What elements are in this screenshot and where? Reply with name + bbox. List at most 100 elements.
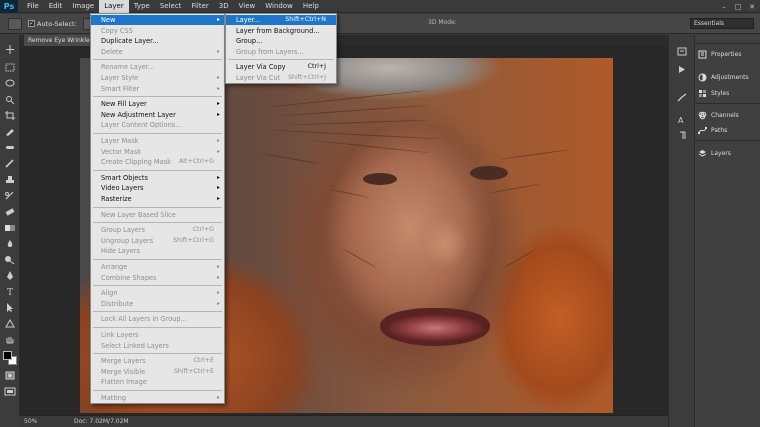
menu-item-merge-layers[interactable]: Merge Layers Ctrl+E: [91, 356, 224, 366]
menu-item-label: Layer Content Options...: [101, 121, 182, 130]
blur-tool-icon[interactable]: [4, 239, 16, 248]
layers-panel-tab[interactable]: Layers: [698, 145, 760, 161]
menu-item-new-adjustment-layer[interactable]: New Adjustment Layer ▸: [91, 110, 224, 120]
crop-tool-icon[interactable]: [4, 111, 16, 120]
lasso-tool-icon[interactable]: [4, 79, 16, 88]
quick-mask-icon[interactable]: [4, 371, 16, 380]
dodge-tool-icon[interactable]: [4, 255, 16, 264]
menu-item-matting[interactable]: Matting ▸: [91, 393, 224, 403]
pen-tool-icon[interactable]: [4, 271, 16, 280]
history-icon[interactable]: [677, 47, 687, 56]
shape-tool-icon[interactable]: [4, 319, 16, 328]
menu-item-video-layers[interactable]: Video Layers ▸: [91, 183, 224, 193]
menu-item-distribute[interactable]: Distribute ▸: [91, 299, 224, 309]
menu-item-layer[interactable]: Layer... Shift+Ctrl+N: [226, 15, 336, 25]
spot-healing-tool-icon[interactable]: [4, 143, 16, 152]
menu-item-label: Rename Layer...: [101, 63, 155, 72]
photo-wrinkle-line: [500, 149, 570, 160]
workspace-dropdown[interactable]: Essentials: [690, 18, 754, 29]
menu-item-delete[interactable]: Delete ▸: [91, 47, 224, 57]
menu-item-copy-css[interactable]: Copy CSS: [91, 26, 224, 36]
menu-item-combine-shapes[interactable]: Combine Shapes ▸: [91, 273, 224, 283]
menu-item-lock-all-layers-in-group[interactable]: Lock All Layers in Group...: [91, 314, 224, 324]
menu-layer[interactable]: Layer: [99, 0, 129, 13]
document-size[interactable]: Doc: 7.02M/7.02M: [74, 418, 129, 425]
paragraph-icon[interactable]: [677, 131, 687, 140]
menu-item-label: Layer Via Cut: [236, 74, 281, 82]
menu-item-link-layers[interactable]: Link Layers: [91, 330, 224, 340]
menu-item-label: Distribute: [101, 299, 134, 308]
adjustments-panel-tab[interactable]: Adjustments: [698, 69, 760, 85]
menu-item-align[interactable]: Align ▸: [91, 288, 224, 298]
menu-item-rasterize[interactable]: Rasterize ▸: [91, 194, 224, 204]
eraser-tool-icon[interactable]: [4, 207, 16, 216]
screen-mode-icon[interactable]: [4, 387, 16, 396]
paths-panel-tab[interactable]: Paths: [698, 122, 760, 138]
menu-item-ungroup-layers[interactable]: Ungroup Layers Shift+Ctrl+G: [91, 236, 224, 246]
menu-item-group-from-layers[interactable]: Group from Layers...: [226, 47, 336, 57]
menu-item-layer-via-cut[interactable]: Layer Via Cut Shift+Ctrl+J: [226, 73, 336, 83]
menu-item-duplicate-layer[interactable]: Duplicate Layer...: [91, 36, 224, 46]
menu-item-label: Layer Style: [101, 74, 139, 82]
properties-panel-tab[interactable]: Properties: [698, 46, 760, 62]
menu-item-smart-filter[interactable]: Smart Filter ▸: [91, 84, 224, 94]
menu-item-new-layer-based-slice[interactable]: New Layer Based Slice: [91, 210, 224, 220]
menu-file[interactable]: File: [22, 0, 44, 13]
eyedropper-tool-icon[interactable]: [4, 127, 16, 136]
brush-presets-icon[interactable]: [677, 93, 687, 102]
clone-stamp-tool-icon[interactable]: [4, 175, 16, 184]
actions-icon[interactable]: [677, 65, 687, 74]
path-selection-tool-icon[interactable]: [4, 303, 16, 312]
menu-item-layer-style[interactable]: Layer Style ▸: [91, 73, 224, 83]
marquee-tool-icon[interactable]: [4, 63, 16, 72]
menu-item-hide-layers[interactable]: Hide Layers: [91, 246, 224, 256]
menu-item-rename-layer[interactable]: Rename Layer...: [91, 62, 224, 72]
menu-type[interactable]: Type: [129, 0, 155, 13]
menu-view[interactable]: View: [234, 0, 261, 13]
quick-selection-tool-icon[interactable]: [4, 95, 16, 104]
menu-filter[interactable]: Filter: [186, 0, 213, 13]
submenu-arrow-icon: ▸: [216, 289, 220, 297]
styles-panel-tab[interactable]: Styles: [698, 85, 760, 101]
menu-item-select-linked-layers[interactable]: Select Linked Layers: [91, 341, 224, 351]
menu-item-group[interactable]: Group...: [226, 36, 336, 46]
menu-3d[interactable]: 3D: [214, 0, 234, 13]
minimize-button[interactable]: –: [720, 3, 728, 11]
menu-item-group-layers[interactable]: Group Layers Ctrl+G: [91, 225, 224, 235]
menu-item-smart-objects[interactable]: Smart Objects ▸: [91, 173, 224, 183]
menu-separator: [93, 59, 222, 61]
menu-item-new[interactable]: New ▸: [91, 15, 224, 25]
menu-item-new-fill-layer[interactable]: New Fill Layer ▸: [91, 99, 224, 109]
channels-panel-tab[interactable]: Channels: [698, 107, 760, 123]
menu-item-arrange[interactable]: Arrange ▸: [91, 262, 224, 272]
photoshop-logo: Ps: [0, 0, 18, 13]
move-tool-preset-icon[interactable]: [8, 17, 22, 30]
brush-tool-icon[interactable]: [4, 159, 16, 168]
maximize-button[interactable]: □: [734, 3, 742, 11]
auto-select-checkbox[interactable]: ✓ Auto-Select:: [28, 20, 77, 28]
submenu-arrow-icon: ▸: [216, 74, 220, 81]
menu-select[interactable]: Select: [155, 0, 187, 13]
menu-item-create-clipping-mask[interactable]: Create Clipping Mask Alt+Ctrl+G: [91, 157, 224, 167]
history-brush-tool-icon[interactable]: [4, 191, 16, 200]
type-tool-icon[interactable]: T: [4, 287, 16, 296]
close-button[interactable]: ✕: [748, 3, 756, 11]
menu-item-flatten-image[interactable]: Flatten Image: [91, 377, 224, 387]
menu-item-vector-mask[interactable]: Vector Mask ▸: [91, 147, 224, 157]
menu-item-label: New Adjustment Layer: [101, 110, 176, 119]
menu-item-layer-from-background[interactable]: Layer from Background...: [226, 26, 336, 36]
menu-window[interactable]: Window: [260, 0, 298, 13]
zoom-level[interactable]: 50%: [20, 418, 44, 425]
menu-item-merge-visible[interactable]: Merge Visible Shift+Ctrl+E: [91, 367, 224, 377]
menu-item-layer-content-options[interactable]: Layer Content Options...: [91, 120, 224, 130]
move-tool-icon[interactable]: [4, 45, 16, 54]
foreground-color-swatch[interactable]: [3, 351, 12, 360]
menu-help[interactable]: Help: [298, 0, 324, 13]
hand-tool-icon[interactable]: [4, 335, 16, 344]
menu-item-layer-via-copy[interactable]: Layer Via Copy Ctrl+J: [226, 62, 336, 72]
menu-image[interactable]: Image: [67, 0, 99, 13]
gradient-tool-icon[interactable]: [4, 223, 16, 232]
menu-edit[interactable]: Edit: [44, 0, 68, 13]
character-icon[interactable]: A: [677, 115, 687, 124]
menu-item-layer-mask[interactable]: Layer Mask ▸: [91, 136, 224, 146]
